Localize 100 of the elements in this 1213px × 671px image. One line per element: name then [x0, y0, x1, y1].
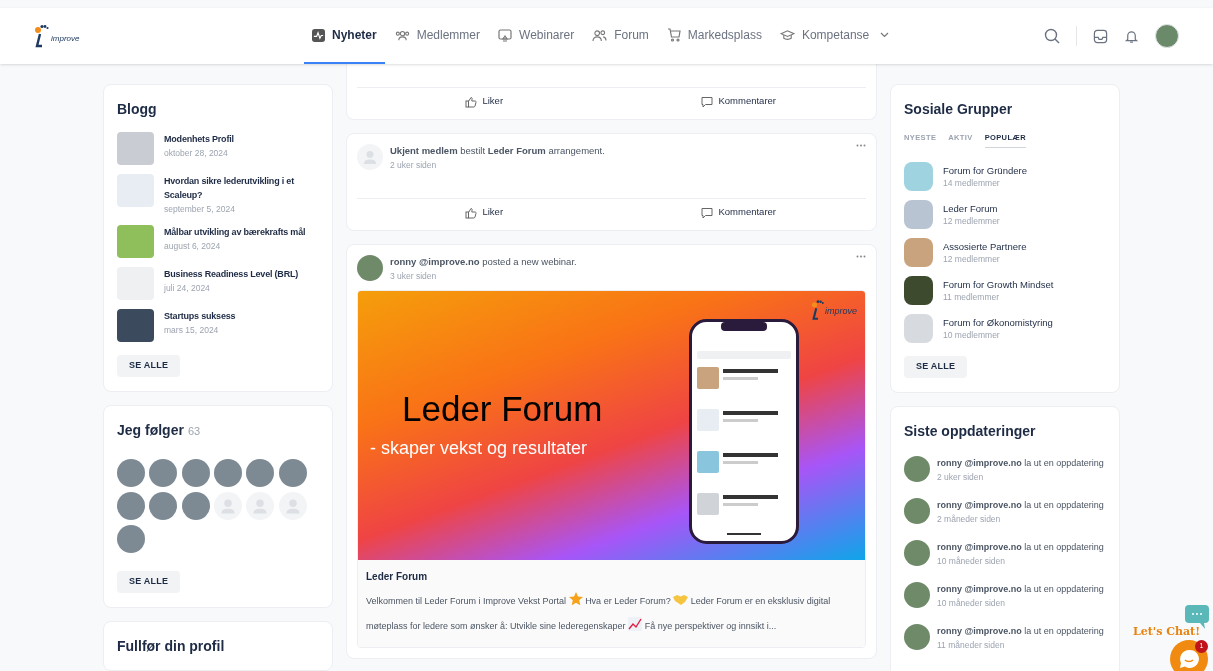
- update-time: 10 måneder siden: [937, 597, 1007, 610]
- card-title: Jeg følger: [117, 420, 184, 440]
- thumbs-up-icon: [465, 206, 478, 219]
- bell-icon[interactable]: [1124, 28, 1139, 44]
- member-avatar[interactable]: [181, 491, 210, 520]
- group-link[interactable]: Assosierte Partnere: [943, 239, 1027, 253]
- like-button[interactable]: Liker: [465, 94, 504, 109]
- chat-icon: [1179, 649, 1199, 669]
- comment-button[interactable]: Kommentarer: [701, 94, 777, 109]
- user-avatar[interactable]: [904, 582, 930, 608]
- avatar-placeholder: [278, 491, 307, 520]
- like-button[interactable]: Liker: [465, 205, 504, 220]
- see-all-button[interactable]: SE ALLE: [904, 356, 968, 378]
- post-time: 3 uker siden: [390, 270, 438, 283]
- nav-tab[interactable]: Forum: [584, 8, 657, 64]
- user-avatar[interactable]: [357, 255, 383, 281]
- member-avatar[interactable]: [181, 458, 210, 487]
- inbox-icon[interactable]: [1093, 28, 1108, 44]
- graduation-cap-icon: [779, 28, 795, 42]
- member-avatar[interactable]: [149, 491, 178, 520]
- card-title: Fullfør din profil: [117, 636, 226, 656]
- group-thumbnail[interactable]: [904, 276, 933, 306]
- update-text: ronny @improve.no la ut en oppdatering: [937, 625, 1104, 638]
- search-icon[interactable]: [1044, 28, 1060, 44]
- blog-post-link[interactable]: Startups suksess: [164, 309, 236, 323]
- member-count: 12 medlemmer: [943, 252, 1001, 266]
- banner-subtitle: - skaper vekst og resultater: [370, 437, 588, 460]
- group-link[interactable]: Forum for Growth Mindset: [943, 277, 1054, 291]
- post-date: september 5, 2024: [164, 203, 236, 216]
- handshake-icon: [673, 595, 689, 605]
- member-avatar[interactable]: [246, 458, 275, 487]
- member-avatar[interactable]: [149, 458, 178, 487]
- banner-logo: improve: [811, 299, 857, 321]
- card-title: Blogg: [117, 100, 158, 119]
- group-thumbnail[interactable]: [904, 238, 933, 268]
- chat-label: Let's Chat!: [1133, 624, 1200, 640]
- avatar-placeholder: [214, 491, 242, 520]
- comment-button[interactable]: Kommentarer: [701, 205, 777, 220]
- update-text: ronny @improve.no la ut en oppdatering: [937, 457, 1104, 470]
- user-avatar[interactable]: [904, 456, 930, 482]
- monitor-icon: [498, 28, 513, 42]
- user-avatar[interactable]: [1155, 24, 1179, 48]
- webinar-banner[interactable]: Leder Forum - skaper vekst og resultater improve: [358, 291, 865, 560]
- users-icon: [592, 28, 608, 42]
- member-avatar[interactable]: [214, 458, 242, 487]
- activity-text: ronny @improve.no posted a new webinar.: [390, 255, 578, 269]
- member-count: 11 medlemmer: [943, 290, 1001, 304]
- card-title: Sosiale Grupper: [904, 100, 1014, 119]
- chart-icon: [628, 617, 643, 631]
- update-time: 2 måneder siden: [937, 513, 1002, 526]
- member-count: 14 medlemmer: [943, 176, 1001, 190]
- update-time: 2 uker siden: [937, 471, 985, 484]
- blog-post-link[interactable]: Hvordan sikre lederutvikling i et Scaleup?: [164, 174, 319, 202]
- user-avatar[interactable]: [904, 540, 930, 566]
- member-avatar[interactable]: [117, 524, 145, 553]
- nav-tab[interactable]: Medlemmer: [386, 8, 489, 64]
- user-avatar[interactable]: [904, 498, 930, 524]
- blog-post-link[interactable]: Business Readiness Level (BRL): [164, 267, 299, 281]
- update-text: ronny @improve.no la ut en oppdatering: [937, 583, 1104, 596]
- member-count: 10 medlemmer: [943, 328, 1001, 342]
- blog-thumbnail[interactable]: [117, 225, 154, 258]
- more-options-icon[interactable]: [856, 144, 866, 147]
- blog-thumbnail[interactable]: [117, 309, 154, 342]
- see-all-button[interactable]: SE ALLE: [117, 354, 181, 377]
- see-all-button[interactable]: SE ALLE: [117, 570, 181, 593]
- group-link[interactable]: Forum for Økonomistyring: [943, 315, 1053, 329]
- banner-title: Leder Forum: [402, 388, 603, 430]
- thumbs-up-icon: [465, 95, 478, 108]
- activity-text: Ukjent medlem bestilt Leder Forum arrangement.: [390, 144, 606, 158]
- blog-post-link[interactable]: Modenhets Profil: [164, 132, 234, 146]
- follow-count: 63: [187, 423, 201, 439]
- comment-icon: [701, 206, 714, 219]
- logo[interactable]: improve: [34, 24, 80, 48]
- post-date: juli 24, 2024: [164, 282, 211, 295]
- member-avatar[interactable]: [278, 458, 307, 487]
- people-icon: [394, 28, 410, 42]
- update-time: 11 måneder siden: [937, 639, 1006, 652]
- webinar-title: Leder Forum: [366, 570, 429, 584]
- post-time: 2 uker siden: [390, 159, 438, 172]
- nav-tab[interactable]: Webinarer: [490, 8, 583, 64]
- more-options-icon[interactable]: [856, 255, 866, 258]
- group-link[interactable]: Leder Forum: [943, 201, 1000, 215]
- blog-post-link[interactable]: Målbar utvikling av bærekrafts mål: [164, 225, 306, 239]
- member-avatar[interactable]: [117, 458, 145, 487]
- nav-tab[interactable]: Kompetanse: [771, 8, 898, 64]
- member-count: 12 medlemmer: [943, 214, 1000, 228]
- post-date: august 6, 2024: [164, 240, 222, 253]
- nav-tab[interactable]: Markedsplass: [658, 8, 770, 64]
- blog-thumbnail[interactable]: [117, 132, 154, 165]
- member-avatar[interactable]: [117, 491, 145, 520]
- group-thumbnail[interactable]: [904, 314, 933, 344]
- comment-icon: [701, 95, 714, 108]
- group-thumbnail[interactable]: [904, 200, 933, 230]
- post-date: oktober 28, 2024: [164, 147, 229, 160]
- user-avatar[interactable]: [904, 624, 930, 650]
- activity-icon: [312, 28, 325, 42]
- group-thumbnail[interactable]: [904, 162, 933, 192]
- webinar-description: Velkommen til Leder Forum i Improve Vekst Portal Hva er Leder Forum? Leder Forum er en eksklusiv digital møteplass for ledere som ønsker å: Utvikle sine lederegenskaper Få nye perspektiver og innsikt i...: [366, 589, 857, 639]
- star-icon: [568, 592, 583, 606]
- group-link[interactable]: Forum for Gründere: [943, 163, 1027, 177]
